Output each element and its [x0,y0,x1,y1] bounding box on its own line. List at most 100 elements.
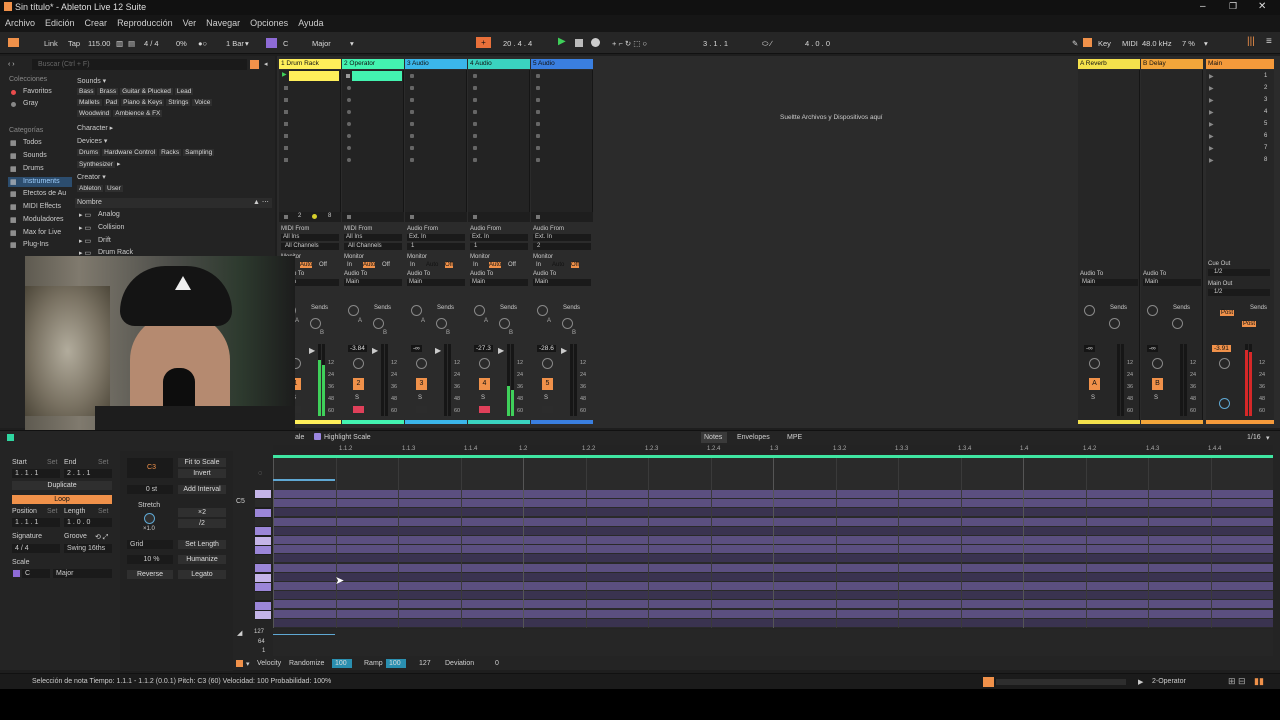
input-channel-select[interactable]: 1 [407,243,465,250]
category-midi-effects[interactable]: MIDI Effects [23,203,61,210]
overdub-icons[interactable]: + ⌐ ↻ ⬚ ○ [612,39,647,48]
tag-pad[interactable]: Pad [103,99,120,106]
play-icon[interactable]: ▶ [558,36,566,47]
clip-slot[interactable] [284,134,288,138]
stop-clips-icon[interactable] [347,215,351,219]
return-track-header[interactable]: A Reverb [1078,59,1140,69]
piano-key[interactable] [255,555,271,564]
volume-value[interactable]: -3.84 [348,345,367,352]
randomize-button[interactable]: Randomize [289,660,324,667]
tag-piano-keys[interactable]: Piano & Keys [121,99,165,106]
monitor-in[interactable]: In [347,262,352,268]
menu-crear[interactable]: Crear [80,15,113,28]
record-icon[interactable] [591,38,600,47]
set-start-button[interactable]: Set [47,459,58,466]
volume-fader-icon[interactable]: ▶ [561,346,567,355]
scale-key-select[interactable]: C [22,569,50,578]
clip-slot[interactable] [536,158,540,162]
midi-map-button[interactable]: MIDI [1122,39,1138,48]
checkbox-icon[interactable] [314,433,321,440]
category-max-for-live[interactable]: Max for Live [23,229,61,236]
piano-key[interactable] [255,536,271,545]
clip-slot[interactable] [347,134,351,138]
menu-reproduccion[interactable]: Reproducción [112,15,178,28]
arm-button[interactable] [353,406,364,413]
clip-slot[interactable] [473,122,477,126]
scene-number[interactable]: 8 [1264,157,1267,163]
double-button[interactable]: ×2 [178,508,226,517]
name-header[interactable]: Nombre [77,199,102,206]
meter-icon[interactable]: ▮▮ [1254,676,1264,687]
send-a-knob[interactable] [537,305,548,316]
stop-slot-icon[interactable] [346,74,350,78]
clip-slot[interactable] [410,74,414,78]
scale-mode-icon[interactable] [13,570,20,577]
quantize-select[interactable]: 1 Bar [226,39,244,48]
clip-slot[interactable] [536,146,540,150]
monitor-off[interactable]: Off [382,262,390,268]
volume-value[interactable]: -∞ [1147,345,1158,352]
return-activator[interactable]: B [1152,378,1163,390]
tab-envelopes[interactable]: Envelopes [737,434,770,441]
piano-key[interactable] [255,527,271,536]
solo-button[interactable]: S [1091,395,1095,401]
piano-key[interactable] [255,583,271,591]
clip-slot[interactable] [536,134,540,138]
clip-slot[interactable] [284,158,288,162]
arrangement-view-icon[interactable]: ≡ [1266,36,1272,47]
filter-creator-label[interactable]: Creator ▾ [77,173,106,181]
clip-slot[interactable] [473,74,477,78]
clip-slot[interactable] [347,158,351,162]
cue-volume-knob[interactable] [1219,398,1230,409]
solo-button[interactable]: S [481,395,485,401]
clip-slot[interactable] [410,146,414,150]
grid-select[interactable]: Grid [127,540,173,549]
clip-slot[interactable] [473,110,477,114]
browser-toggle-icon[interactable] [8,38,19,47]
piano-roll[interactable]: ➤ [273,458,1273,628]
pan-knob[interactable] [1152,358,1163,369]
volume-fader-icon[interactable]: ▶ [372,346,378,355]
clip-slot[interactable] [473,158,477,162]
scene-number[interactable]: 7 [1264,145,1267,151]
menu-navegar[interactable]: Navegar [201,15,245,28]
send-b-knob[interactable] [310,318,321,329]
item-analog[interactable]: Analog [98,211,120,218]
set-length-button[interactable]: Set Length [178,540,226,549]
send-b-knob[interactable] [373,318,384,329]
clip-slot[interactable] [536,74,540,78]
piano-key[interactable] [255,545,271,554]
scene-launch-icon[interactable]: ▶ [1209,85,1214,92]
close-icon[interactable]: ✕ [1258,1,1266,12]
monitor-off[interactable]: Off [445,262,453,268]
highlight-scale-toggle[interactable]: Highlight Scale [324,434,371,441]
pan-knob[interactable] [542,358,553,369]
clip-slot[interactable] [284,122,288,126]
tag-lead[interactable]: Lead [174,88,194,95]
scene-launch-icon[interactable]: ▶ [1209,157,1214,164]
monitor-in[interactable]: In [410,262,415,268]
scene-number[interactable]: 3 [1264,97,1267,103]
scale-name-select[interactable]: Major [53,569,112,578]
humanize-button[interactable]: Humanize [178,555,226,564]
scene-number[interactable]: 1 [1264,73,1267,79]
tempo-field[interactable]: 115.00 [88,39,110,48]
randomize-amount[interactable]: 100 [332,659,352,668]
item-drift[interactable]: Drift [98,237,111,244]
track-header[interactable]: 2 Operator [342,59,404,69]
clip-slot[interactable] [284,98,288,102]
track-activator[interactable]: 3 [416,378,427,390]
pan-knob[interactable] [1089,358,1100,369]
legato-button[interactable]: Legato [178,570,226,579]
clip-slot[interactable] [473,86,477,90]
solo-button[interactable]: S [355,395,359,401]
monitor-auto[interactable]: Auto [363,262,376,268]
tag-voice[interactable]: Voice [192,99,213,106]
stop-clips-icon[interactable] [536,215,540,219]
tag-ableton[interactable]: Ableton [77,185,104,192]
clip-slot-filled[interactable] [352,71,402,81]
groove-amount[interactable]: 0% [176,39,187,48]
halve-button[interactable]: /2 [178,519,226,528]
clip-color-icon[interactable] [7,434,14,441]
restore-icon[interactable]: ❐ [1229,1,1237,12]
